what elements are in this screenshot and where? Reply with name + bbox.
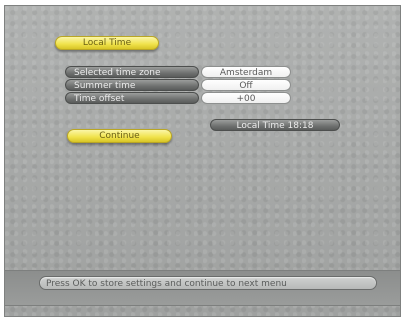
local-time-display: Local Time 18:18 [210, 119, 340, 131]
time-offset-value[interactable]: +00 [201, 92, 291, 104]
tv-screen: Local Time Selected time zone Amsterdam … [4, 5, 401, 317]
setting-label-time-zone: Selected time zone [65, 66, 199, 78]
continue-button[interactable]: Continue [67, 129, 172, 143]
setting-label-summer-time: Summer time [65, 79, 199, 91]
time-zone-value[interactable]: Amsterdam [201, 66, 291, 78]
setting-label-time-offset: Time offset [65, 92, 199, 104]
menu-title: Local Time [55, 36, 159, 50]
footer-hint: Press OK to store settings and continue … [39, 276, 377, 290]
summer-time-value[interactable]: Off [201, 79, 291, 91]
